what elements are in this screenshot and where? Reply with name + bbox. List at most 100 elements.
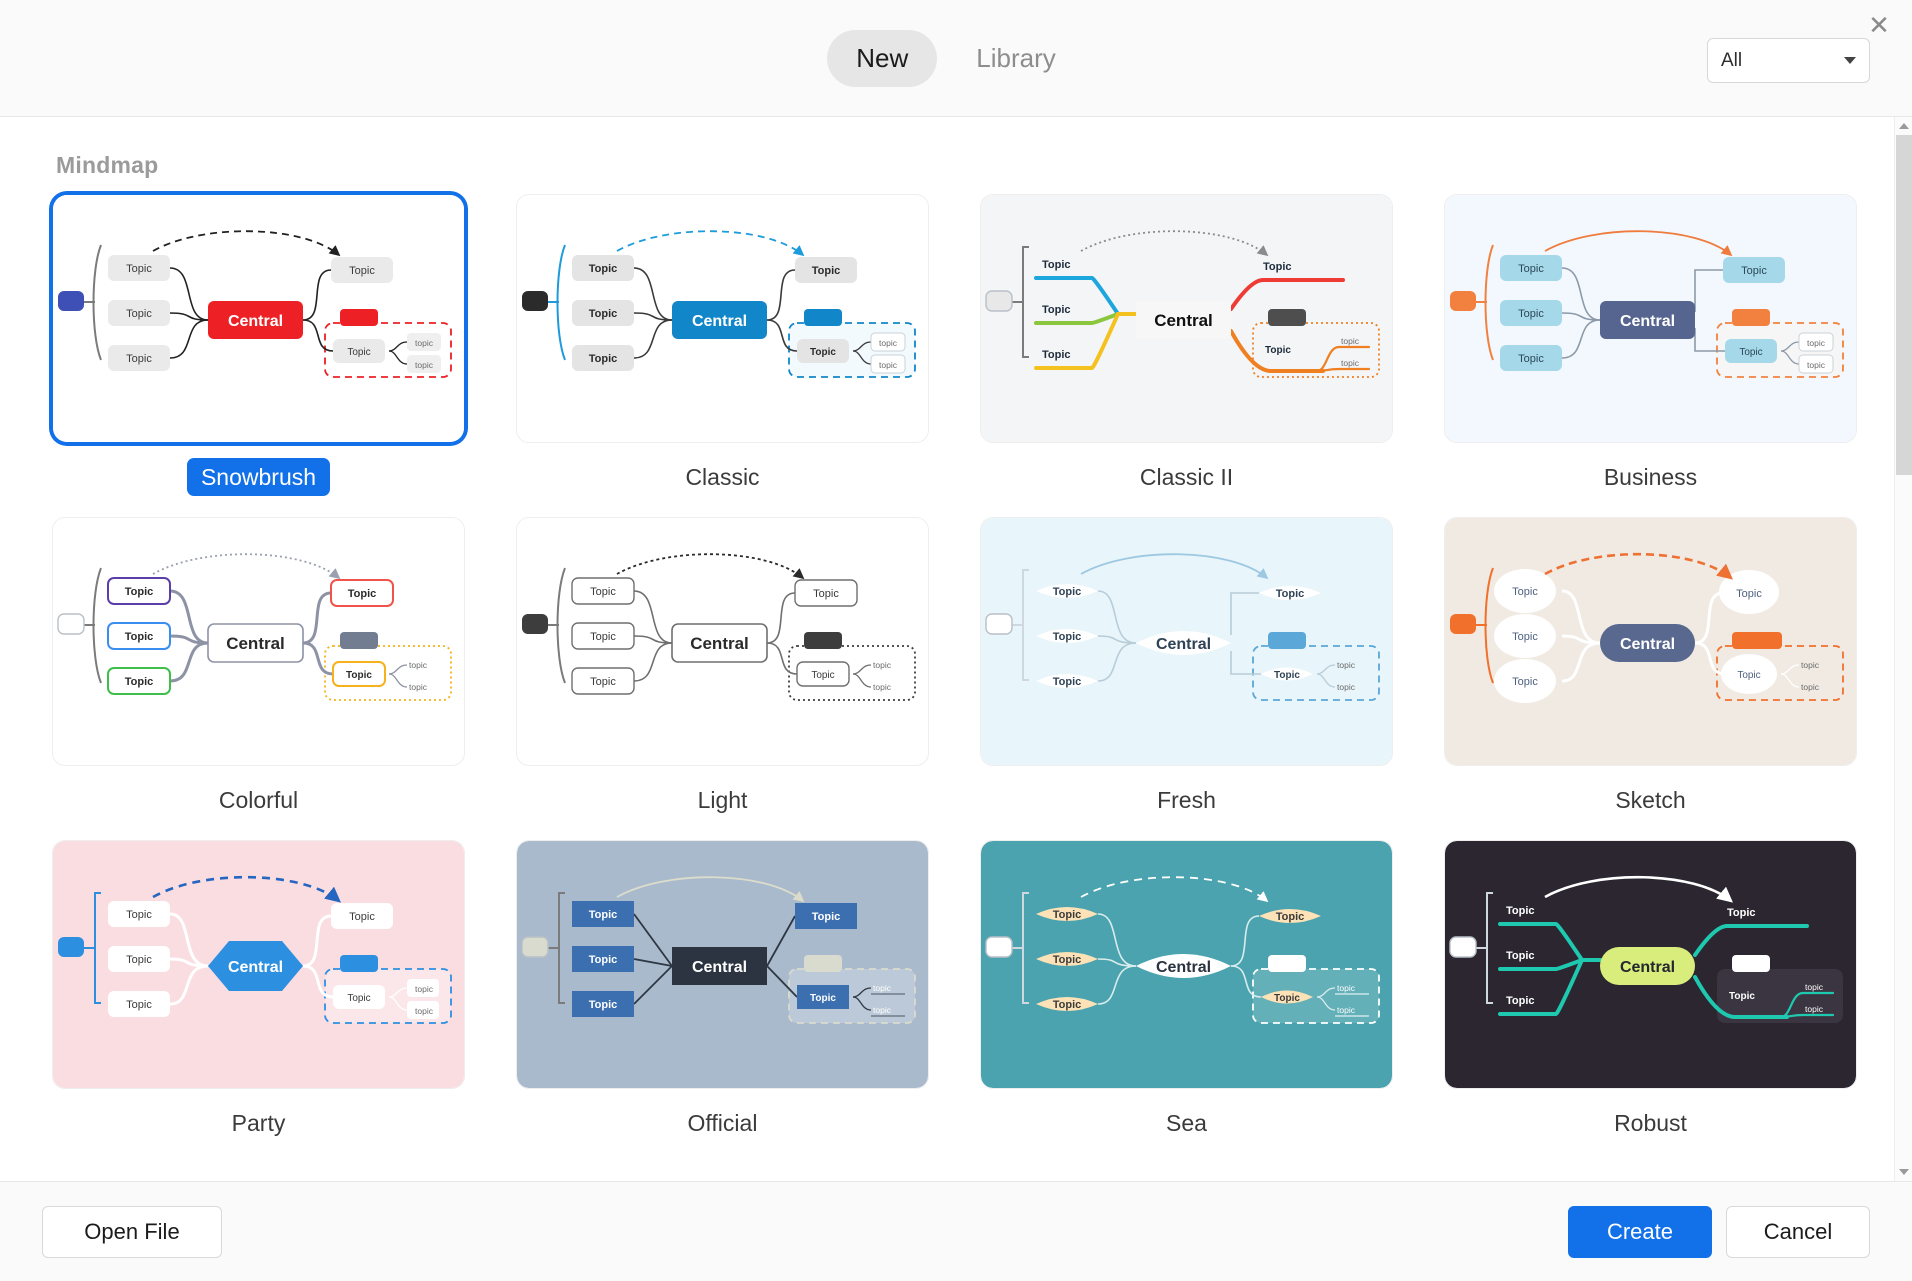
template-thumbnail[interactable]: Topic Topic Topic Topic Topic topic topic Centr… bbox=[53, 195, 464, 442]
open-file-button[interactable]: Open File bbox=[42, 1205, 222, 1258]
template-thumbnail[interactable]: Topic Topic Topic Topic Topic topic topic Centr… bbox=[1445, 518, 1856, 765]
svg-text:topic: topic bbox=[1337, 983, 1356, 993]
template-thumbnail[interactable]: Topic Topic Topic Topic Topic topic topic Centr… bbox=[53, 518, 464, 765]
svg-text:Topic: Topic bbox=[1263, 261, 1292, 273]
template-card-fresh[interactable]: Topic Topic Topic Topic Topic topic topic Centr… bbox=[981, 518, 1392, 819]
svg-text:Topic: Topic bbox=[1727, 907, 1756, 919]
svg-text:topic: topic bbox=[1807, 338, 1826, 348]
svg-text:Topic: Topic bbox=[812, 265, 841, 277]
template-browser: Mindmap Topic Topic Topic Topic Topic topic to… bbox=[0, 117, 1912, 1181]
svg-text:topic: topic bbox=[1337, 682, 1356, 692]
svg-text:Topic: Topic bbox=[1274, 670, 1300, 681]
svg-text:topic: topic bbox=[1805, 1004, 1824, 1014]
svg-text:Topic: Topic bbox=[1737, 670, 1760, 681]
svg-text:topic: topic bbox=[879, 338, 898, 348]
template-thumbnail[interactable]: Topic Topic Topic Topic Topic topic topic Centr… bbox=[517, 518, 928, 765]
svg-text:Topic: Topic bbox=[1053, 909, 1082, 921]
svg-text:Topic: Topic bbox=[1042, 349, 1071, 361]
svg-text:Topic: Topic bbox=[589, 308, 618, 320]
template-card-colorful[interactable]: Topic Topic Topic Topic Topic topic topic Centr… bbox=[53, 518, 464, 819]
svg-text:Central: Central bbox=[226, 634, 285, 653]
template-card-snowbrush[interactable]: Topic Topic Topic Topic Topic topic topic Centr… bbox=[53, 195, 464, 496]
template-thumbnail[interactable]: Topic Topic Topic Topic Topic topic topic Centr… bbox=[981, 195, 1392, 442]
template-thumbnail[interactable]: Topic Topic Topic Topic Topic topic topic Centr… bbox=[53, 841, 464, 1088]
svg-text:topic: topic bbox=[873, 1005, 892, 1015]
svg-text:Central: Central bbox=[1620, 959, 1675, 976]
svg-text:topic: topic bbox=[1337, 1005, 1356, 1015]
template-card-business[interactable]: Topic Topic Topic Topic Topic topic topic Centr… bbox=[1445, 195, 1856, 496]
svg-text:topic: topic bbox=[409, 660, 428, 670]
svg-text:Topic: Topic bbox=[590, 631, 616, 643]
category-filter-select[interactable]: All bbox=[1707, 38, 1870, 83]
template-scroll-area: Mindmap Topic Topic Topic Topic Topic topic to… bbox=[0, 117, 1894, 1181]
chevron-down-icon bbox=[1899, 1169, 1909, 1175]
svg-text:Topic: Topic bbox=[346, 670, 372, 681]
svg-text:Topic: Topic bbox=[349, 911, 375, 923]
create-button[interactable]: Create bbox=[1568, 1205, 1712, 1258]
chevron-down-icon bbox=[1844, 57, 1856, 64]
svg-text:Topic: Topic bbox=[1053, 999, 1082, 1011]
svg-text:Central: Central bbox=[228, 313, 283, 330]
template-card-sea[interactable]: Topic Topic Topic Topic Topic topic topic Centr… bbox=[981, 841, 1392, 1142]
template-thumbnail[interactable]: Topic Topic Topic Topic Topic topic topic Centr… bbox=[517, 195, 928, 442]
svg-text:topic: topic bbox=[415, 360, 434, 370]
svg-text:Topic: Topic bbox=[1053, 586, 1082, 598]
svg-text:topic: topic bbox=[1337, 660, 1356, 670]
footer-actions: Create Cancel bbox=[1568, 1205, 1870, 1258]
svg-text:Topic: Topic bbox=[125, 676, 154, 688]
vertical-scrollbar[interactable] bbox=[1894, 117, 1912, 1181]
cancel-button[interactable]: Cancel bbox=[1726, 1205, 1870, 1258]
template-card-sketch[interactable]: Topic Topic Topic Topic Topic topic topic Centr… bbox=[1445, 518, 1856, 819]
template-label: Classic II bbox=[1139, 464, 1234, 490]
svg-text:Topic: Topic bbox=[349, 265, 375, 277]
template-thumbnail[interactable]: Topic Topic Topic Topic Topic topic topic Centr… bbox=[981, 518, 1392, 765]
svg-text:Topic: Topic bbox=[589, 263, 618, 275]
tab-library[interactable]: Library bbox=[947, 30, 1084, 87]
svg-text:Topic: Topic bbox=[589, 954, 618, 966]
template-thumbnail[interactable]: Topic Topic Topic Topic Topic topic topic Centr… bbox=[1445, 841, 1856, 1088]
svg-text:topic: topic bbox=[415, 1006, 434, 1016]
svg-text:topic: topic bbox=[415, 338, 434, 348]
svg-text:Topic: Topic bbox=[347, 993, 370, 1004]
template-thumbnail[interactable]: Topic Topic Topic Topic Topic topic topic Centr… bbox=[517, 841, 928, 1088]
svg-text:topic: topic bbox=[1801, 660, 1820, 670]
scroll-down-button[interactable] bbox=[1895, 1163, 1912, 1181]
scrollbar-thumb[interactable] bbox=[1896, 135, 1912, 475]
template-label: Sea bbox=[1166, 1110, 1207, 1136]
template-card-light[interactable]: Topic Topic Topic Topic Topic topic topic Centr… bbox=[517, 518, 928, 819]
tab-new[interactable]: New bbox=[827, 29, 938, 87]
svg-text:Topic: Topic bbox=[1053, 631, 1082, 643]
chevron-up-icon bbox=[1899, 123, 1909, 129]
template-card-classic[interactable]: Topic Topic Topic Topic Topic topic topic Centr… bbox=[517, 195, 928, 496]
svg-text:topic: topic bbox=[879, 360, 898, 370]
svg-text:Topic: Topic bbox=[1736, 588, 1762, 600]
svg-text:Topic: Topic bbox=[1042, 304, 1071, 316]
svg-text:Topic: Topic bbox=[347, 347, 370, 358]
template-label: Light bbox=[697, 787, 748, 813]
svg-text:Topic: Topic bbox=[126, 954, 152, 966]
svg-text:Central: Central bbox=[1620, 313, 1675, 330]
template-thumbnail[interactable]: Topic Topic Topic Topic Topic topic topic Centr… bbox=[981, 841, 1392, 1088]
template-card-classic-ii[interactable]: Topic Topic Topic Topic Topic topic topic Centr… bbox=[981, 195, 1392, 496]
svg-text:Topic: Topic bbox=[1739, 347, 1762, 358]
svg-text:Topic: Topic bbox=[1512, 631, 1538, 643]
svg-text:Topic: Topic bbox=[1276, 911, 1305, 923]
svg-text:Topic: Topic bbox=[348, 588, 377, 600]
svg-text:Topic: Topic bbox=[125, 631, 154, 643]
svg-text:Topic: Topic bbox=[589, 999, 618, 1011]
template-label: Fresh bbox=[1157, 787, 1216, 813]
template-card-party[interactable]: Topic Topic Topic Topic Topic topic topic Centr… bbox=[53, 841, 464, 1142]
template-thumbnail[interactable]: Topic Topic Topic Topic Topic topic topic Centr… bbox=[1445, 195, 1856, 442]
svg-text:Central: Central bbox=[1156, 636, 1211, 653]
svg-text:Topic: Topic bbox=[126, 999, 152, 1011]
svg-text:Topic: Topic bbox=[811, 670, 834, 681]
svg-text:Topic: Topic bbox=[1053, 676, 1082, 688]
scroll-up-button[interactable] bbox=[1895, 117, 1912, 135]
template-card-robust[interactable]: Topic Topic Topic Topic Topic topic topic Centr… bbox=[1445, 841, 1856, 1142]
svg-text:Central: Central bbox=[1620, 636, 1675, 653]
svg-text:Topic: Topic bbox=[126, 308, 152, 320]
category-filter-value: All bbox=[1721, 49, 1743, 71]
template-card-official[interactable]: Topic Topic Topic Topic Topic topic topic Centr… bbox=[517, 841, 928, 1142]
svg-text:Central: Central bbox=[1156, 959, 1211, 976]
svg-text:Topic: Topic bbox=[1518, 308, 1544, 320]
